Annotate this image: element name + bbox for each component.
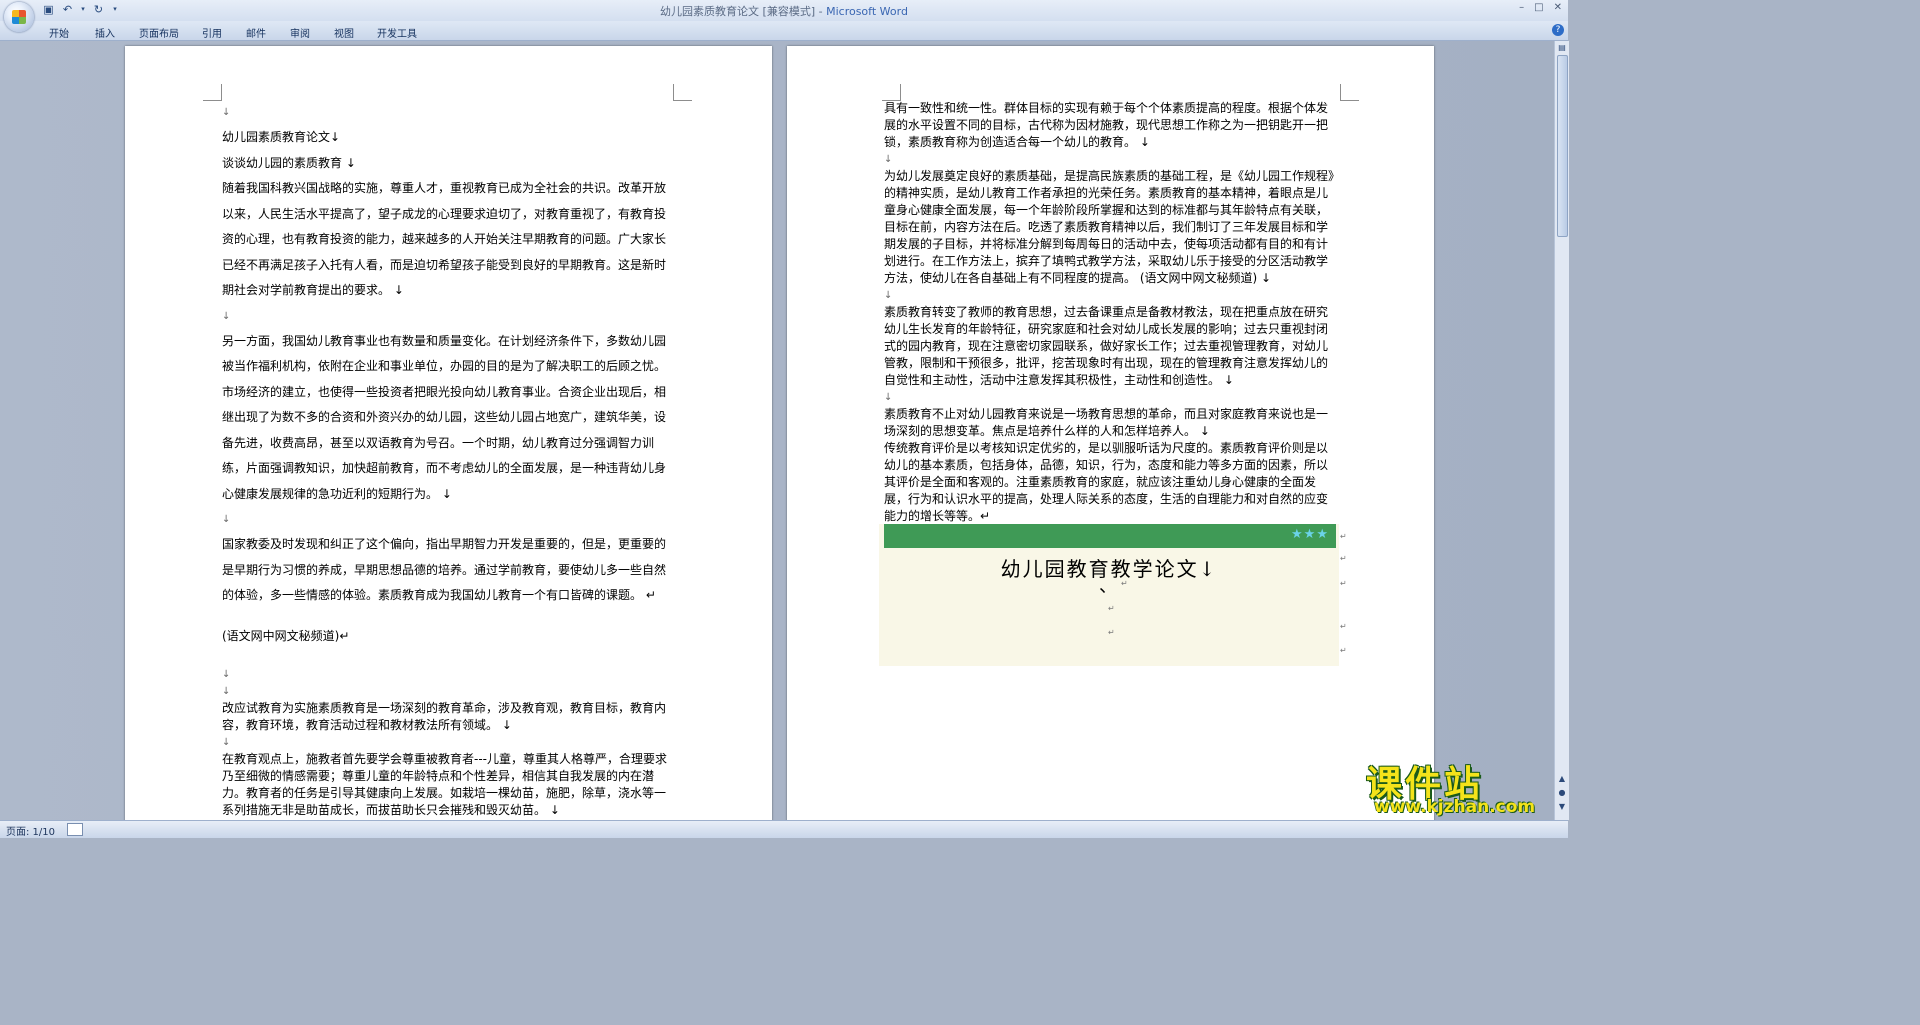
- page-1-body-lower[interactable]: ↓ ↓ 改应试教育为实施素质教育是一场深刻的教育革命，涉及教育观，教育目标，教育…: [222, 666, 677, 819]
- empty-paragraph: ↓: [222, 737, 231, 748]
- ribbon-tabs: 开始 插入 页面布局 引用 邮件 审阅 视图 开发工具: [49, 25, 417, 40]
- page-indicator[interactable]: 页面: 1/10: [6, 823, 55, 838]
- status-bar: 页面: 1/10: [0, 820, 1568, 838]
- window-title: 幼儿园素质教育论文 [兼容模式] - Microsoft Word: [0, 3, 1568, 19]
- paragraph-5: 在教育观点上，施教者首先要学会尊重被教育者---儿童，尊重其人格尊严，合理要求乃…: [222, 752, 667, 817]
- minimize-icon[interactable]: –: [1519, 2, 1524, 13]
- paragraph-mark: ↵: [1340, 532, 1347, 541]
- crop-mark: [673, 84, 692, 101]
- paragraph-mark: ↵: [1340, 622, 1347, 631]
- maximize-icon[interactable]: □: [1534, 2, 1543, 13]
- empty-paragraph: ↓: [884, 392, 893, 403]
- card-mark: 、: [1099, 576, 1117, 597]
- window-controls: – □ ✕: [1519, 2, 1562, 13]
- tab-mailings[interactable]: 邮件: [246, 25, 266, 40]
- star-icons: ★★★: [1291, 527, 1329, 542]
- paragraph-6: 具有一致性和统一性。群体目标的实现有赖于每个个体素质提高的程度。根据个体发展的水…: [884, 101, 1329, 149]
- paragraph-mark: ↵: [1108, 604, 1115, 613]
- ribbon: 开始 插入 页面布局 引用 邮件 审阅 视图 开发工具 ?: [0, 21, 1568, 41]
- embedded-cover-card: ★★★ 幼儿园教育教学论文↓ 、 ↵ ↵ ↵ ↵ ↵ ↵ ↵ ↵: [879, 524, 1347, 666]
- browse-object-icon[interactable]: ●: [1556, 787, 1568, 799]
- watermark-url: www.kjzhan.com: [1374, 797, 1536, 817]
- paragraph-3: 国家教委及时发现和纠正了这个偏向，指出早期智力开发是重要的，但是，更重要的是早期…: [222, 537, 667, 602]
- paragraph-mark: ↵: [1121, 579, 1128, 588]
- paragraph-9: 素质教育不止对幼儿园教育来说是一场教育思想的革命，而且对家庭教育来说也是一场深刻…: [884, 407, 1329, 438]
- empty-paragraph: ↓: [222, 686, 231, 697]
- empty-paragraph: ↓: [884, 154, 893, 165]
- page-2-body[interactable]: 具有一致性和统一性。群体目标的实现有赖于每个个体素质提高的程度。根据个体发展的水…: [884, 100, 1339, 525]
- empty-paragraph: ↓: [222, 310, 231, 322]
- empty-paragraph: ↓: [222, 514, 231, 525]
- crop-mark: [882, 84, 901, 101]
- page-1-body[interactable]: ↓ 幼儿园素质教育论文↓ 谈谈幼儿园的素质教育 ↓ 随着我国科教兴国战略的实施，…: [222, 100, 677, 649]
- empty-paragraph: ↓: [222, 669, 231, 680]
- tab-insert[interactable]: 插入: [95, 25, 115, 40]
- empty-paragraph: ↓: [222, 107, 231, 118]
- paragraph-mark: ↵: [1108, 628, 1115, 637]
- office-logo-icon: [12, 10, 26, 24]
- tab-page-layout[interactable]: 页面布局: [139, 25, 179, 40]
- document-title: 幼儿园素质教育论文 [兼容模式] -: [660, 5, 827, 18]
- previous-page-icon[interactable]: ▲: [1556, 773, 1568, 785]
- paragraph-mark: ↵: [1340, 554, 1347, 563]
- ruler-toggle-icon[interactable]: ▤: [1556, 42, 1568, 54]
- empty-paragraph: ↓: [884, 290, 893, 301]
- doc-subtitle: 谈谈幼儿园的素质教育 ↓: [222, 155, 356, 170]
- paragraph-1: 随着我国科教兴国战略的实施，尊重人才，重视教育已成为全社会的共识。改革开放以来，…: [222, 181, 667, 297]
- scrollbar-thumb[interactable]: [1557, 55, 1568, 237]
- source-note: (语文网中网文秘频道)↵: [222, 628, 350, 643]
- paragraph-4: 改应试教育为实施素质教育是一场深刻的教育革命，涉及教育观，教育目标，教育内容，教…: [222, 701, 667, 732]
- office-button[interactable]: [4, 2, 34, 32]
- tab-developer[interactable]: 开发工具: [377, 25, 417, 40]
- tab-review[interactable]: 审阅: [290, 25, 310, 40]
- crop-mark: [203, 84, 222, 101]
- paragraph-mark: ↵: [1340, 579, 1347, 588]
- card-header-bar: ★★★: [884, 524, 1336, 548]
- page-1: ↓ 幼儿园素质教育论文↓ 谈谈幼儿园的素质教育 ↓ 随着我国科教兴国战略的实施，…: [125, 46, 772, 820]
- paragraph-7: 为幼儿发展奠定良好的素质基础，是提高民族素质的基础工程，是《幼儿园工作规程》的精…: [884, 169, 1335, 285]
- close-icon[interactable]: ✕: [1554, 2, 1562, 13]
- next-page-icon[interactable]: ▼: [1556, 801, 1568, 813]
- document-workspace: ↓ 幼儿园素质教育论文↓ 谈谈幼儿园的素质教育 ↓ 随着我国科教兴国战略的实施，…: [0, 41, 1554, 820]
- paragraph-2: 另一方面，我国幼儿教育事业也有数量和质量变化。在计划经济条件下，多数幼儿园被当作…: [222, 333, 667, 501]
- help-icon[interactable]: ?: [1552, 24, 1564, 36]
- vertical-scrollbar[interactable]: ▤ ▲ ● ▼: [1554, 41, 1569, 820]
- page-2: 具有一致性和统一性。群体目标的实现有赖于每个个体素质提高的程度。根据个体发展的水…: [787, 46, 1434, 820]
- paragraph-10: 传统教育评价是以考核知识定优劣的，是以驯服听话为尺度的。素质教育评价则是以幼儿的…: [884, 441, 1329, 523]
- watermark-logo: 课件站 www.kjzhan.com: [1362, 757, 1552, 821]
- tab-home[interactable]: 开始: [49, 25, 69, 40]
- paragraph-8: 素质教育转变了教师的教育思想，过去备课重点是备教材教法，现在把重点放在研究幼儿生…: [884, 305, 1329, 387]
- tab-view[interactable]: 视图: [334, 25, 354, 40]
- crop-mark: [1340, 84, 1359, 101]
- title-bar: ▣ ↶ ▾ ↻ ▾ 幼儿园素质教育论文 [兼容模式] - Microsoft W…: [0, 0, 1568, 21]
- tab-references[interactable]: 引用: [202, 25, 222, 40]
- paragraph-mark: ↵: [1340, 646, 1347, 655]
- app-name: Microsoft Word: [826, 5, 908, 18]
- doc-title: 幼儿园素质教育论文↓: [222, 130, 341, 144]
- proofing-icon[interactable]: [67, 823, 83, 836]
